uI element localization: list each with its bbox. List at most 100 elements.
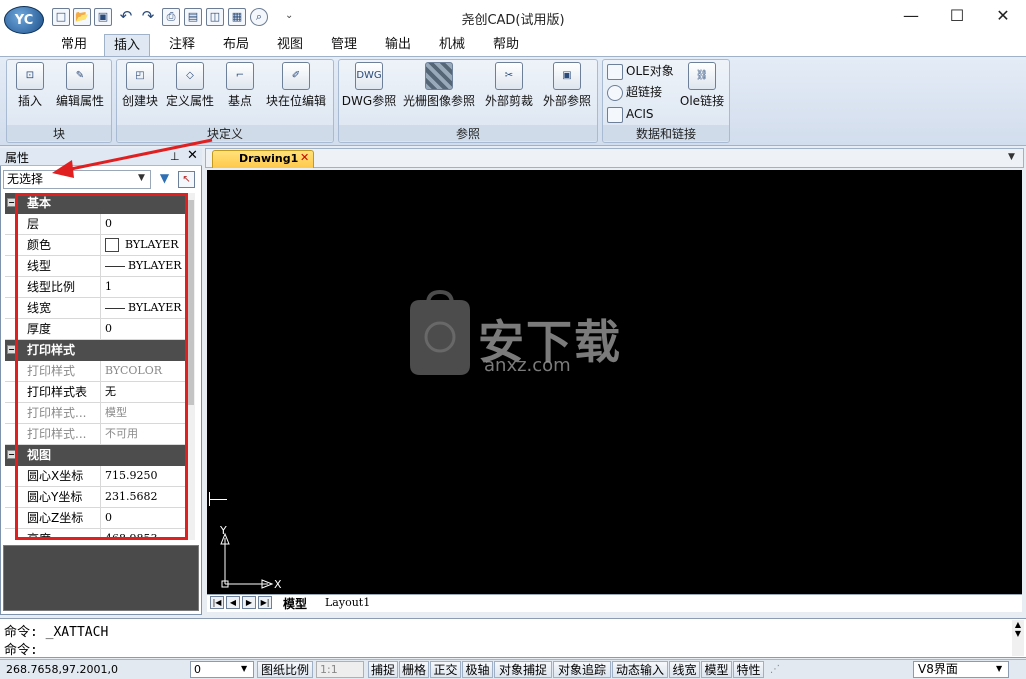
command-history-line: 命令: _XATTACH: [4, 625, 109, 640]
document-list-chevron-icon[interactable]: ▼: [1008, 152, 1015, 162]
external-reference-icon: ▣: [553, 62, 581, 90]
block-inplace-edit-button[interactable]: ✐ 块在位编辑: [261, 62, 331, 116]
define-attribute-button[interactable]: ◇ 定义属性: [162, 62, 218, 116]
next-layout-button[interactable]: ▶: [242, 596, 256, 609]
tab-mechanical[interactable]: 机械: [430, 34, 474, 56]
insert-block-icon: ⊡: [16, 62, 44, 90]
ucs-y-label: Y: [219, 524, 227, 537]
define-attribute-icon: ◇: [176, 62, 204, 90]
quick-select-filter-icon[interactable]: ▼: [156, 171, 173, 188]
maximize-button[interactable]: ☐: [934, 4, 980, 30]
tab-view[interactable]: 视图: [268, 34, 312, 56]
tab-common[interactable]: 常用: [52, 34, 96, 56]
raster-image-reference-button[interactable]: 光栅图像参照: [399, 62, 479, 116]
window-title: 尧创CAD(试用版): [461, 13, 565, 28]
insert-block-button[interactable]: ⊡ 插入: [10, 62, 50, 116]
raster-image-icon: [425, 62, 453, 90]
document-tab[interactable]: Drawing1: [212, 150, 314, 168]
acis-button[interactable]: ACIS: [607, 105, 654, 123]
command-scrollbar[interactable]: ▲ ▼: [1012, 620, 1024, 656]
tab-layout[interactable]: 布局: [214, 34, 258, 56]
base-point-icon: ⌐: [226, 62, 254, 90]
ole-link-button[interactable]: ⛓ Ole链接: [678, 62, 726, 116]
property-description-pane: [3, 545, 199, 611]
block-inplace-edit-icon: ✐: [282, 62, 310, 90]
edit-attribute-label: 编辑属性: [55, 94, 104, 108]
external-clip-button[interactable]: ✂ 外部剪裁: [481, 62, 537, 116]
external-clip-icon: ✂: [495, 62, 523, 90]
pin-icon[interactable]: ⊥: [170, 150, 180, 163]
dwg-reference-button[interactable]: DWG DWG参照: [341, 62, 397, 116]
minimize-button[interactable]: —: [888, 4, 934, 30]
properties-close-button[interactable]: ✕: [187, 148, 198, 163]
chevron-down-icon[interactable]: ▼: [138, 173, 145, 183]
create-block-label: 创建块: [121, 94, 158, 108]
annotation-highlight-box: [15, 193, 188, 540]
model-toggle[interactable]: 模型: [701, 661, 732, 678]
scale-dropdown: 1:1: [316, 661, 364, 678]
ole-link-icon: ⛓: [688, 62, 716, 90]
group-label-block-definition: 块定义: [117, 125, 333, 141]
crosshair-cursor: [209, 499, 227, 500]
external-clip-label: 外部剪裁: [484, 94, 533, 108]
status-bar-grip: ⋰: [770, 664, 780, 675]
drawing-canvas[interactable]: [207, 170, 1022, 594]
external-reference-button[interactable]: ▣ 外部参照: [539, 62, 595, 116]
watermark-url: anxz.com: [484, 355, 571, 376]
crosshair-cursor-vertical: [209, 492, 210, 506]
acis-icon: [607, 106, 623, 123]
create-block-button[interactable]: ◰ 创建块: [119, 62, 161, 116]
command-prompt[interactable]: 命令:: [4, 639, 38, 658]
command-window[interactable]: [0, 618, 1026, 658]
polar-toggle[interactable]: 极轴: [462, 661, 493, 678]
chevron-down-icon[interactable]: ▼: [241, 664, 247, 673]
prev-layout-button[interactable]: ◀: [226, 596, 240, 609]
snap-toggle[interactable]: 捕捉: [368, 661, 398, 678]
tab-insert[interactable]: 插入: [104, 34, 150, 56]
ui-mode-dropdown[interactable]: V8界面: [913, 661, 1009, 678]
edit-attribute-button[interactable]: ✎ 编辑属性: [52, 62, 108, 116]
dwg-reference-label: DWG参照: [341, 94, 397, 108]
hyperlink-icon: [607, 84, 623, 101]
tab-help[interactable]: 帮助: [484, 34, 528, 56]
selection-dropdown[interactable]: 无选择: [3, 170, 151, 189]
cursor-coordinates: 268.7658,97.2001,0: [6, 663, 118, 676]
object-tracking-toggle[interactable]: 对象追踪: [553, 661, 611, 678]
grid-toggle[interactable]: 栅格: [399, 661, 429, 678]
object-snap-toggle[interactable]: 对象捕捉: [494, 661, 552, 678]
ole-object-button[interactable]: OLE对象: [607, 62, 674, 80]
group-label-reference: 参照: [339, 125, 597, 141]
first-layout-button[interactable]: |◀: [210, 596, 224, 609]
paper-scale-button[interactable]: 图纸比例: [257, 661, 313, 678]
ortho-toggle[interactable]: 正交: [430, 661, 461, 678]
close-button[interactable]: ✕: [980, 4, 1026, 30]
ole-object-label: OLE对象: [626, 64, 674, 78]
properties-title: 属性: [5, 151, 30, 165]
lineweight-toggle[interactable]: 线宽: [669, 661, 700, 678]
select-objects-icon[interactable]: ↖: [178, 171, 195, 188]
tab-annotate[interactable]: 注释: [160, 34, 204, 56]
tab-output[interactable]: 输出: [376, 34, 420, 56]
group-label-data-links: 数据和链接: [603, 125, 729, 141]
insert-block-label: 插入: [17, 94, 42, 108]
last-layout-button[interactable]: ▶|: [258, 596, 272, 609]
define-attribute-label: 定义属性: [165, 94, 214, 108]
document-tab-close-icon[interactable]: ✕: [300, 151, 309, 164]
ole-object-icon: [607, 63, 623, 80]
properties-toggle[interactable]: 特性: [733, 661, 764, 678]
tab-manage[interactable]: 管理: [322, 34, 366, 56]
ole-link-label: Ole链接: [679, 94, 725, 108]
ucs-x-label: X: [274, 578, 282, 590]
hyperlink-label: 超链接: [626, 85, 663, 99]
chevron-down-icon[interactable]: ▼: [996, 664, 1002, 673]
block-inplace-edit-label: 块在位编辑: [265, 94, 326, 108]
create-block-icon: ◰: [126, 62, 154, 90]
group-label-block: 块: [7, 125, 111, 141]
ucs-axis-icon: Y X: [219, 524, 282, 590]
base-point-label: 基点: [227, 94, 252, 108]
hyperlink-button[interactable]: 超链接: [607, 83, 662, 101]
base-point-button[interactable]: ⌐ 基点: [222, 62, 258, 116]
dynamic-input-toggle[interactable]: 动态输入: [612, 661, 668, 678]
tab-layout1[interactable]: Layout1: [325, 596, 370, 609]
tab-model[interactable]: 模型: [283, 595, 307, 612]
